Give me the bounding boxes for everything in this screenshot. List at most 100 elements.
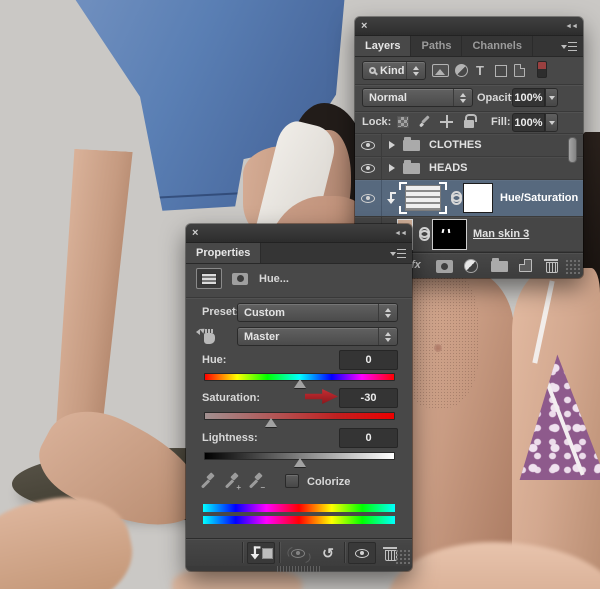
saturation-slider-track[interactable] (204, 412, 395, 420)
fill-dropdown-button[interactable] (545, 113, 558, 132)
lock-transparency-icon[interactable] (397, 116, 409, 128)
layer-name[interactable]: Man skin 3 (473, 228, 529, 240)
layers-panel-tabbar: Layers Paths Channels (355, 36, 583, 57)
close-icon[interactable]: × (192, 227, 198, 239)
layer-row-hue-saturation[interactable]: Hue/Saturation (355, 180, 583, 217)
properties-bottom-bar: ↺ (186, 538, 412, 566)
layer-row-clothes[interactable]: CLOTHES (355, 134, 583, 157)
layer-mask-thumbnail[interactable] (432, 218, 467, 250)
delete-layer-button[interactable] (544, 258, 558, 273)
lightness-slider-thumb[interactable] (293, 458, 306, 467)
expand-group-icon[interactable] (389, 141, 395, 149)
filter-pixel-layers-icon[interactable] (432, 64, 449, 77)
chevron-updown-icon (406, 62, 419, 79)
blend-mode-dropdown[interactable]: Normal (362, 88, 473, 107)
filter-adjustment-layers-icon[interactable] (455, 64, 468, 77)
lightness-value-input[interactable]: 0 (339, 428, 398, 448)
lock-paint-icon[interactable] (418, 115, 431, 128)
eye-icon (361, 163, 375, 173)
expand-group-icon[interactable] (389, 164, 395, 172)
toggle-visibility-button[interactable] (348, 542, 376, 564)
filtering-toggle-switch[interactable] (537, 61, 547, 78)
tab-layers[interactable]: Layers (355, 36, 412, 56)
clipping-mask-icon (386, 191, 397, 205)
preset-label: Preset: (202, 306, 240, 318)
opacity-dropdown-button[interactable] (545, 88, 558, 107)
panel-resize-grip[interactable] (565, 259, 580, 274)
adjustment-settings-button[interactable] (196, 268, 222, 289)
properties-panel-titlebar[interactable]: × ◄◄ (186, 224, 412, 243)
hue-label: Hue: (202, 354, 227, 366)
masks-button[interactable] (227, 268, 253, 289)
layers-panel-titlebar[interactable]: × ◄◄ (355, 17, 583, 36)
fill-label: Fill: (491, 116, 511, 128)
reset-icon: ↺ (322, 545, 334, 561)
visibility-toggle[interactable] (355, 134, 382, 156)
colorize-checkbox[interactable] (285, 474, 299, 488)
group-folder-icon (403, 159, 420, 174)
hue-slider-thumb[interactable] (293, 379, 306, 388)
layer-name[interactable]: HEADS (429, 162, 468, 174)
channel-dropdown[interactable]: Master (237, 327, 398, 346)
clip-to-layer-button[interactable] (247, 542, 275, 564)
filter-type-layers-icon[interactable]: T (476, 64, 484, 77)
hue-spectrum-bar-top (203, 504, 395, 512)
visibility-toggle[interactable] (355, 180, 382, 216)
new-adjustment-layer-button[interactable] (464, 259, 478, 273)
tab-properties[interactable]: Properties (186, 243, 262, 263)
layer-name[interactable]: Hue/Saturation (500, 192, 578, 204)
eyedropper-add-icon[interactable]: + (224, 473, 241, 492)
saturation-value-input[interactable]: -30 (339, 388, 398, 408)
artwork-left-shin (38, 148, 147, 448)
properties-footer (186, 566, 412, 572)
view-previous-state-button[interactable] (283, 542, 313, 564)
eyedropper-icon[interactable] (200, 473, 216, 490)
collapse-panel-icon[interactable]: ◄◄ (565, 23, 578, 30)
opacity-value[interactable]: 100% (512, 88, 545, 107)
layer-row-heads[interactable]: HEADS (355, 157, 583, 180)
layers-scrollbar-thumb[interactable] (568, 137, 577, 163)
eyedropper-subtract-icon[interactable]: − (248, 473, 265, 492)
preset-dropdown[interactable]: Custom (237, 303, 398, 322)
saturation-slider-thumb[interactable] (264, 418, 277, 427)
collapse-panel-icon[interactable]: ◄◄ (394, 230, 407, 237)
eye-cycle-icon (291, 548, 305, 558)
panel-menu-icon[interactable] (561, 41, 577, 51)
panel-height-grip[interactable] (277, 566, 321, 572)
add-layer-mask-button[interactable] (436, 260, 453, 273)
filter-smart-objects-icon[interactable] (514, 64, 525, 77)
new-layer-button[interactable] (519, 259, 532, 272)
visibility-toggle[interactable] (355, 157, 382, 179)
tab-channels[interactable]: Channels (462, 36, 533, 56)
preset-value: Custom (244, 306, 285, 319)
close-icon[interactable]: × (361, 20, 367, 32)
layer-name[interactable]: CLOTHES (429, 139, 482, 151)
saturation-label: Saturation: (202, 392, 261, 404)
eye-icon (361, 193, 375, 203)
reset-adjustment-button[interactable]: ↺ (315, 542, 341, 564)
hue-saturation-thumbnail[interactable] (405, 185, 441, 211)
mask-link-icon[interactable] (418, 227, 430, 241)
adjustment-title: Hue... (259, 273, 289, 285)
hue-saturation-icon (201, 272, 217, 285)
chevron-updown-icon (378, 304, 391, 321)
panel-menu-icon[interactable] (390, 248, 406, 258)
filter-shape-layers-icon[interactable] (495, 65, 507, 77)
layer-style-button[interactable]: fx (411, 259, 421, 271)
targeted-adjustment-tool-icon[interactable] (196, 329, 217, 345)
new-group-button[interactable] (491, 258, 508, 272)
layer-mask-thumbnail[interactable] (463, 183, 493, 213)
mask-link-icon[interactable] (450, 191, 462, 205)
filter-kind-dropdown[interactable]: Kind (362, 61, 426, 80)
fill-value[interactable]: 100% (512, 113, 545, 132)
lock-position-icon[interactable] (440, 115, 453, 128)
eye-icon (361, 140, 375, 150)
panel-resize-grip[interactable] (395, 549, 410, 564)
artwork-man-torso (398, 268, 514, 580)
lock-all-icon[interactable] (464, 114, 477, 128)
lightness-slider[interactable] (204, 452, 395, 470)
lock-label: Lock: (362, 116, 392, 128)
hue-value-input[interactable]: 0 (339, 350, 398, 370)
photoshop-workspace: × ◄◄ Layers Paths Channels Kind T Normal… (0, 0, 600, 589)
tab-paths[interactable]: Paths (411, 36, 463, 56)
